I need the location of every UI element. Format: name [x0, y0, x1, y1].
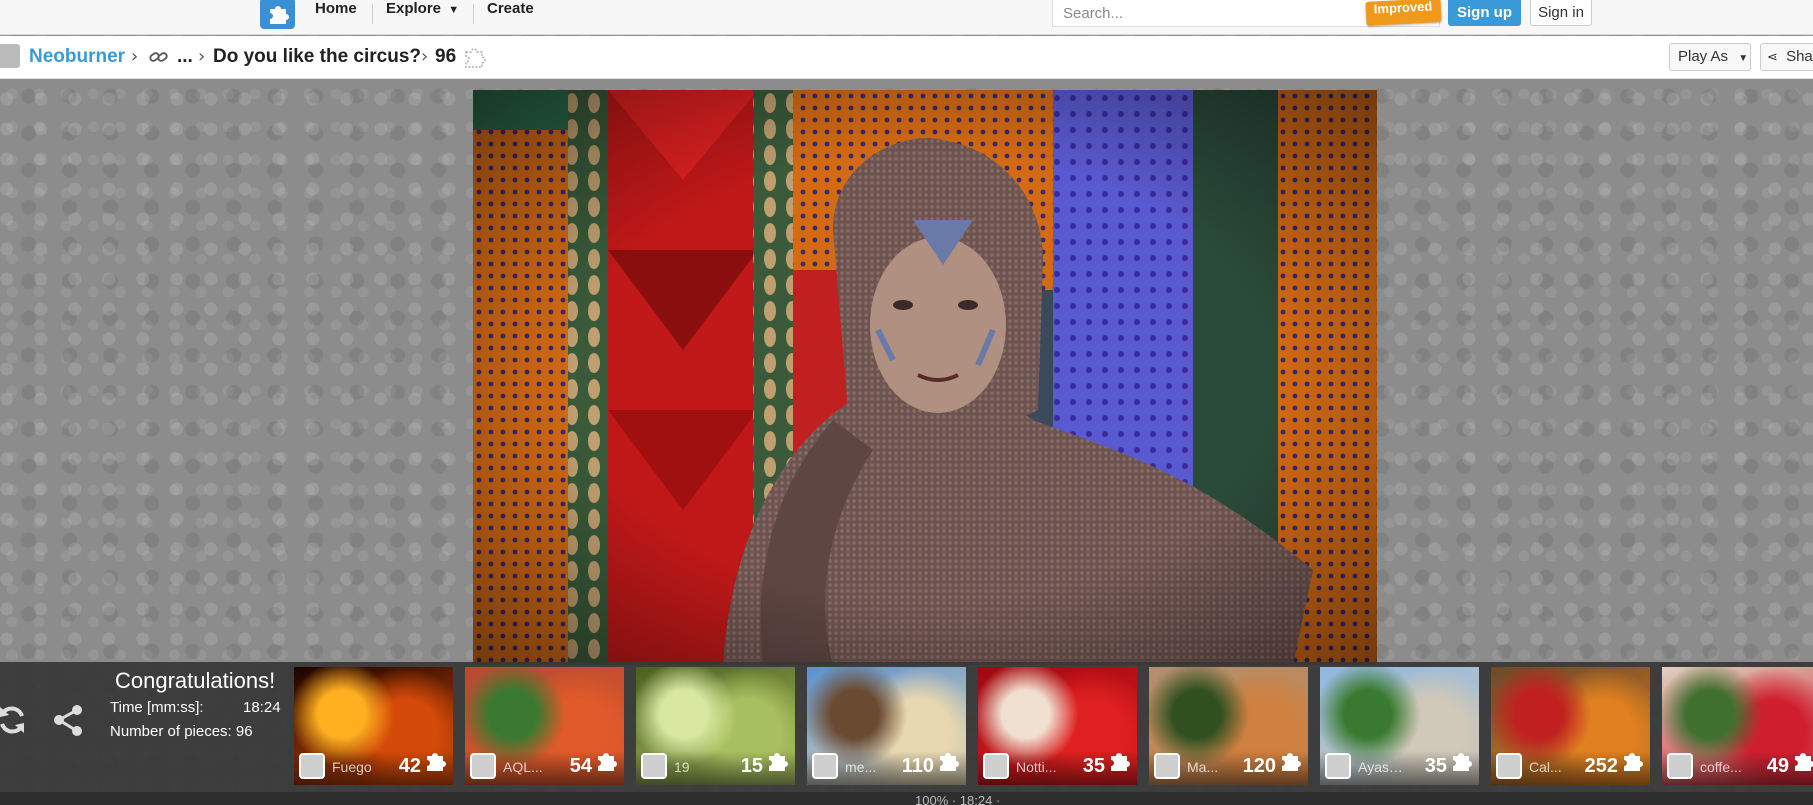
piece-count: 54 [569, 755, 592, 777]
puzzle-piece-icon [594, 749, 618, 777]
nav-divider [473, 4, 474, 24]
share-icon[interactable] [50, 702, 86, 742]
author-avatar [983, 753, 1009, 779]
puzzle-piece-icon [1107, 749, 1131, 777]
author-avatar [641, 753, 667, 779]
suggested-puzzle-card[interactable]: Ayasofya 35 [1320, 667, 1479, 785]
author-name: Notti... [1016, 759, 1057, 775]
puzzle-piece-icon [1791, 749, 1813, 777]
puzzle-piece-icon [1278, 749, 1302, 777]
puzzle-piece-icon [1620, 749, 1644, 777]
suggested-puzzle-card[interactable]: AQL... 54 [465, 667, 624, 785]
author-name: me... [845, 759, 877, 775]
author-avatar [1496, 753, 1522, 779]
piece-count-label: Number of pieces: 96 [110, 723, 253, 740]
chevron-right-icon: › [421, 46, 429, 67]
site-logo-icon[interactable] [260, 0, 295, 29]
suggested-puzzle-card[interactable]: me... 110 [807, 667, 966, 785]
suggested-puzzle-card[interactable]: Cal... 252 [1491, 667, 1650, 785]
puzzle-piece-icon [462, 45, 486, 73]
suggested-puzzle-card[interactable]: Ma... 120 [1149, 667, 1308, 785]
play-as-dropdown[interactable]: Play As ▼ [1669, 43, 1751, 71]
top-navbar: Home Explore ▼ Create Improved Sign up S… [0, 0, 1813, 35]
breadcrumb: Neoburner › ... › Do you like the circus… [0, 36, 1813, 79]
puzzle-piece-icon [765, 749, 789, 777]
author-avatar [470, 753, 496, 779]
author-name: Ma... [1187, 759, 1219, 775]
author-avatar [299, 753, 325, 779]
nav-explore-label: Explore [386, 0, 442, 17]
nav-divider [372, 4, 373, 24]
time-value: 18:24 [243, 699, 281, 716]
piece-count: 110 [901, 755, 934, 777]
nav-home-link[interactable]: Home [315, 0, 357, 26]
suggested-puzzle-card[interactable]: Notti... 35 [978, 667, 1137, 785]
piece-count: 120 [1242, 755, 1276, 777]
author-avatar [1154, 753, 1180, 779]
puzzle-piece-icon [1449, 749, 1473, 777]
suggested-puzzle-card[interactable]: Fuego 42 [294, 667, 453, 785]
share-button[interactable]: ⋖ Share [1760, 43, 1813, 71]
author-avatar [1325, 753, 1351, 779]
breadcrumb-user-link[interactable]: Neoburner [29, 46, 125, 68]
play-as-label: Play As [1678, 48, 1729, 65]
share-icon: ⋖ [1767, 49, 1778, 64]
piece-count: 35 [1424, 755, 1447, 777]
completed-puzzle-image [473, 90, 1377, 665]
sign-up-button[interactable]: Sign up [1448, 0, 1521, 26]
user-avatar[interactable] [0, 44, 20, 68]
piece-count: 49 [1766, 755, 1789, 777]
piece-count: 42 [398, 755, 421, 777]
author-name: Cal... [1529, 759, 1562, 775]
sign-in-button[interactable]: Sign in [1530, 0, 1592, 26]
footer-status: 100% · 18:24 · [915, 793, 1001, 805]
piece-count: 15 [740, 755, 763, 777]
piece-count: 252 [1584, 755, 1618, 777]
author-name: coffe... [1700, 759, 1742, 775]
breadcrumb-ellipsis[interactable]: ... [177, 46, 193, 68]
improved-badge[interactable]: Improved [1365, 0, 1442, 26]
author-name: Ayasofya [1358, 759, 1410, 775]
nav-explore-menu[interactable]: Explore ▼ [386, 0, 459, 26]
link-icon[interactable] [148, 48, 170, 70]
restart-icon[interactable] [0, 702, 30, 742]
author-avatar [812, 753, 838, 779]
breadcrumb-piece-count: 96 [435, 46, 457, 67]
nav-create-link[interactable]: Create [487, 0, 534, 26]
author-name: Fuego [332, 759, 372, 775]
chevron-down-icon: ▼ [448, 4, 460, 16]
chevron-right-icon: › [131, 46, 139, 67]
puzzle-piece-icon [423, 749, 447, 777]
suggested-puzzle-card[interactable]: coffe... 49 [1662, 667, 1813, 785]
piece-count: 35 [1082, 755, 1105, 777]
puzzle-piece-icon [936, 749, 960, 777]
completion-panel: Congratulations! Time [mm:ss]: 18:24 Num… [0, 662, 1813, 792]
time-label: Time [mm:ss]: [110, 699, 204, 716]
share-label: Share [1786, 48, 1813, 65]
author-name: AQL... [503, 759, 543, 775]
congratulations-heading: Congratulations! [115, 668, 276, 693]
suggested-puzzle-card[interactable]: 19 15 [636, 667, 795, 785]
chevron-down-icon: ▼ [1738, 53, 1749, 64]
chevron-right-icon: › [198, 46, 206, 67]
footer-bar: 100% · 18:24 · [0, 792, 1813, 805]
author-avatar [1667, 753, 1693, 779]
breadcrumb-puzzle-title[interactable]: Do you like the circus? [213, 46, 421, 68]
author-name: 19 [674, 759, 690, 775]
